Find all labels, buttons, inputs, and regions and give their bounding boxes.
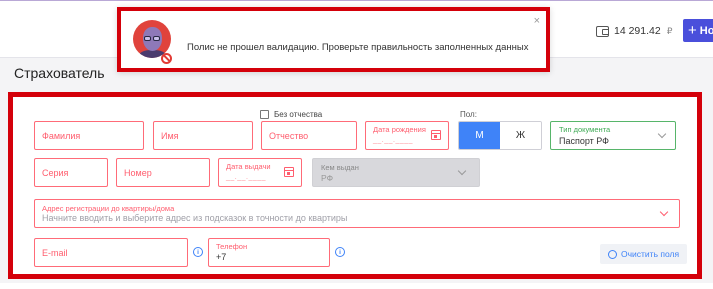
- phone-field[interactable]: Телефон +7: [208, 238, 330, 267]
- gender-male-option[interactable]: М: [459, 122, 500, 149]
- balance-amount: 14 291.42: [614, 25, 661, 37]
- info-icon[interactable]: i: [335, 247, 345, 257]
- address-label: Адрес регистрации до квартиры/дома: [42, 204, 175, 213]
- document-type-label: Тип документа: [559, 125, 611, 134]
- calendar-icon[interactable]: [431, 130, 441, 140]
- number-field[interactable]: Номер: [116, 158, 210, 187]
- checkbox-box[interactable]: [260, 110, 269, 119]
- patronymic-placeholder: Отчество: [269, 131, 309, 141]
- plus-icon: +: [688, 22, 697, 39]
- calendar-icon[interactable]: [284, 167, 294, 177]
- gender-female-option[interactable]: Ж: [500, 122, 541, 149]
- email-field[interactable]: E-mail: [34, 238, 188, 267]
- currency-symbol: ₽: [666, 25, 673, 36]
- clear-fields-button[interactable]: Очистить поля: [600, 244, 688, 264]
- close-icon[interactable]: ×: [534, 16, 540, 27]
- chevron-down-icon: [657, 129, 667, 139]
- toast-message: Полис не прошел валидацию. Проверьте пра…: [187, 42, 529, 53]
- birth-date-label: Дата рождения: [373, 125, 426, 134]
- clear-fields-label: Очистить поля: [621, 249, 680, 259]
- last-name-field[interactable]: Фамилия: [34, 121, 144, 150]
- balance-display[interactable]: 14 291.42 ₽: [596, 21, 672, 41]
- issued-by-select: Кем выдан РФ: [312, 158, 480, 187]
- address-placeholder: Начните вводить и выберите адрес из подс…: [42, 213, 348, 223]
- no-patronymic-label: Без отчества: [274, 110, 323, 119]
- issued-by-label: Кем выдан: [321, 163, 359, 172]
- issue-date-field[interactable]: Дата выдачи __.__.____: [218, 158, 302, 187]
- gender-label: Пол:: [460, 110, 477, 119]
- number-placeholder: Номер: [124, 168, 152, 178]
- new-policy-button[interactable]: + Но: [683, 19, 713, 42]
- document-type-select[interactable]: Тип документа Паспорт РФ: [550, 121, 676, 150]
- section-title: Страхователь: [14, 65, 105, 81]
- phone-label: Телефон: [216, 242, 248, 251]
- issue-date-mask: __.__.____: [226, 174, 267, 181]
- no-patronymic-checkbox[interactable]: Без отчества: [260, 110, 322, 119]
- refresh-icon: [608, 249, 617, 259]
- patronymic-field[interactable]: Отчество: [261, 121, 357, 150]
- first-name-field[interactable]: Имя: [153, 121, 253, 150]
- birth-date-mask: __.__.____: [373, 137, 414, 144]
- birth-date-field[interactable]: Дата рождения __.__.____: [365, 121, 449, 150]
- phone-value: +7: [216, 252, 227, 262]
- issued-by-value: РФ: [321, 173, 334, 183]
- last-name-placeholder: Фамилия: [42, 131, 81, 141]
- info-icon[interactable]: i: [193, 247, 203, 257]
- next-section-edge: [0, 283, 713, 289]
- series-placeholder: Серия: [42, 168, 69, 178]
- new-button-label: Но: [699, 24, 713, 37]
- series-field[interactable]: Серия: [34, 158, 108, 187]
- issue-date-label: Дата выдачи: [226, 162, 271, 171]
- first-name-placeholder: Имя: [161, 131, 179, 141]
- email-placeholder: E-mail: [42, 248, 68, 258]
- validation-error-toast: Полис не прошел валидацию. Проверьте пра…: [117, 7, 550, 72]
- gender-toggle[interactable]: М Ж: [458, 121, 542, 150]
- document-type-value: Паспорт РФ: [559, 136, 610, 146]
- wallet-icon: [596, 25, 609, 37]
- chevron-down-icon[interactable]: [659, 207, 669, 217]
- error-ban-icon: [161, 53, 172, 64]
- chevron-down-icon: [457, 166, 467, 176]
- registration-address-field[interactable]: Адрес регистрации до квартиры/дома Начни…: [34, 199, 680, 228]
